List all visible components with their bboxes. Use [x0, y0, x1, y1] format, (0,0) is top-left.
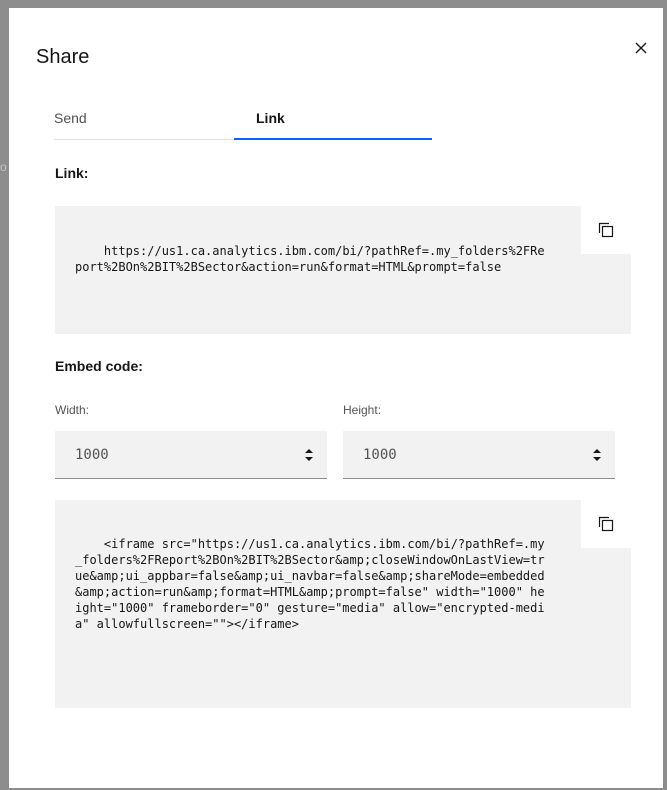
- embed-code-label: Embed code:: [55, 358, 143, 374]
- copy-embed-button[interactable]: [581, 500, 631, 548]
- close-icon: [635, 42, 647, 54]
- width-label: Width:: [55, 403, 90, 417]
- link-url-text: https://us1.ca.analytics.ibm.com/bi/?pat…: [75, 244, 545, 274]
- width-field: [55, 431, 327, 479]
- height-field: [343, 431, 615, 479]
- tab-link[interactable]: Link: [234, 104, 432, 140]
- copy-icon: [598, 516, 614, 532]
- link-label: Link:: [55, 165, 89, 181]
- share-dialog: Share Send Link Link: https://us1.ca.ana…: [9, 8, 663, 788]
- copy-link-button[interactable]: [581, 206, 631, 254]
- tab-list: Send Link: [54, 104, 632, 142]
- width-stepper[interactable]: [303, 445, 315, 465]
- embed-code-text: <iframe src="https://us1.ca.analytics.ib…: [75, 537, 545, 631]
- stepper-icon: [305, 449, 313, 461]
- dialog-title: Share: [36, 46, 90, 68]
- stepper-icon: [593, 449, 601, 461]
- height-stepper[interactable]: [591, 445, 603, 465]
- width-input[interactable]: [55, 431, 327, 478]
- close-button[interactable]: [631, 38, 651, 58]
- embed-code-box[interactable]: <iframe src="https://us1.ca.analytics.ib…: [55, 500, 631, 708]
- height-input[interactable]: [343, 431, 615, 478]
- link-url-box[interactable]: https://us1.ca.analytics.ibm.com/bi/?pat…: [55, 206, 631, 334]
- copy-icon: [598, 222, 614, 238]
- background-text-fragment: o: [0, 160, 7, 174]
- tab-send[interactable]: Send: [54, 104, 234, 140]
- height-label: Height:: [343, 403, 382, 417]
